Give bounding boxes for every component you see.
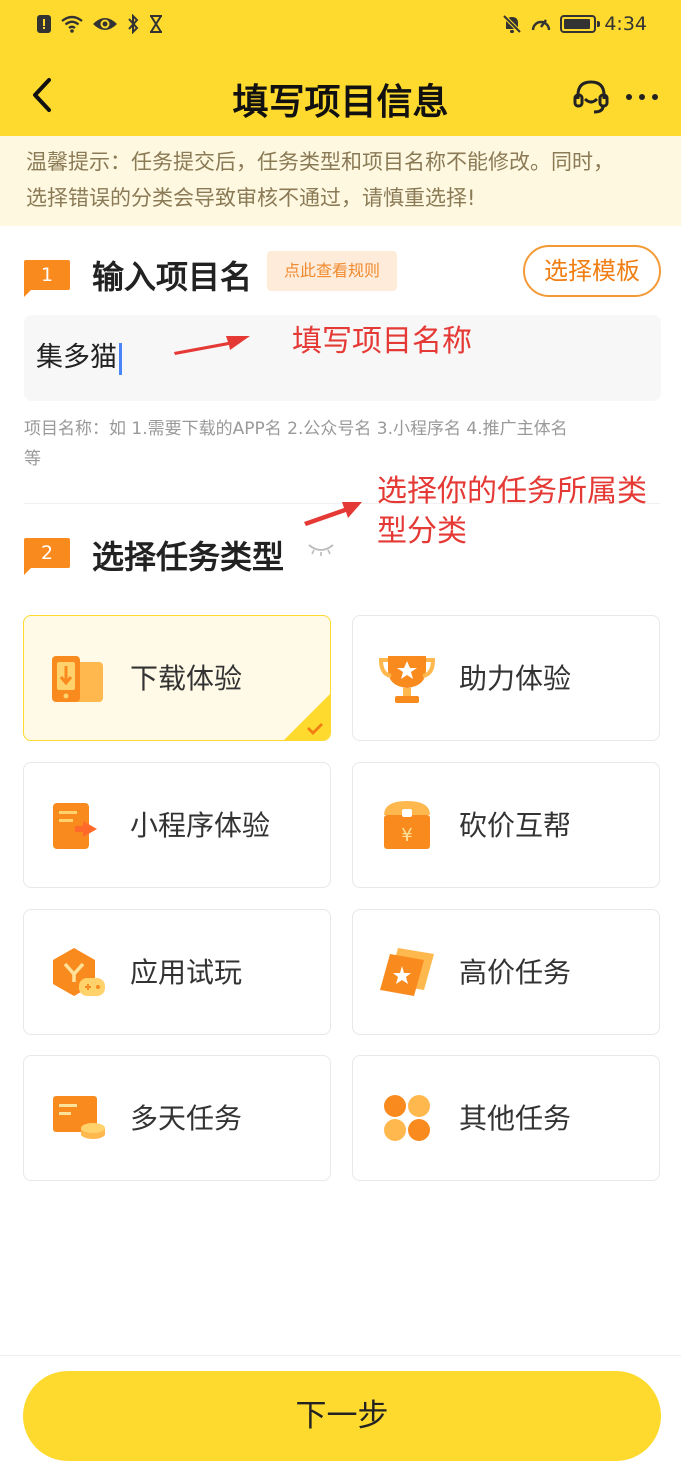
- more-options-button[interactable]: [622, 77, 662, 117]
- status-left-icons: [36, 12, 164, 36]
- task-type-card-other[interactable]: 其他任务: [352, 1055, 660, 1181]
- status-bar: 4:34: [0, 0, 681, 48]
- check-icon: [284, 694, 330, 740]
- section-title-project-name: 输入项目名: [92, 258, 253, 296]
- annotation-type-note: 选择你的任务所属类 型分类: [377, 472, 647, 552]
- notification-icon: [37, 15, 51, 33]
- annotation-arrow-icon: [304, 502, 362, 526]
- status-time: 4:34: [604, 13, 647, 35]
- task-type-label: 小程序体验: [130, 809, 271, 842]
- task-type-label: 助力体验: [459, 662, 572, 695]
- task-type-label: 砍价互帮: [459, 809, 572, 842]
- headset-icon: [573, 80, 609, 114]
- bluetooth-icon: [128, 14, 139, 34]
- price-bag-icon: ¥: [384, 801, 430, 849]
- next-step-button[interactable]: 下一步: [23, 1371, 661, 1461]
- view-rules-link[interactable]: 点此查看规则: [267, 251, 397, 291]
- mute-bell-icon: [502, 14, 522, 34]
- dot-icon: [652, 94, 658, 100]
- hint-line: 项目名称：如 1.需要下载的APP名 2.公众号名 3.小程序名 4.推广主体名: [24, 419, 568, 439]
- download-phone-icon: [52, 656, 103, 702]
- calendar-task-icon: [53, 1096, 105, 1139]
- tip-line: 温馨提示：任务提交后，任务类型和项目名称不能修改。同时，: [26, 150, 614, 174]
- task-type-card-app-trial[interactable]: 应用试玩: [23, 909, 331, 1035]
- game-app-icon: [53, 948, 105, 996]
- task-type-label: 应用试玩: [130, 956, 243, 989]
- task-type-card-bargain[interactable]: ¥ 砍价互帮: [352, 762, 660, 888]
- customer-service-button[interactable]: [570, 77, 612, 117]
- select-template-button[interactable]: 选择模板: [523, 245, 661, 297]
- project-name-hint: 项目名称：如 1.需要下载的APP名 2.公众号名 3.小程序名 4.推广主体名…: [24, 414, 660, 474]
- nav-bar: 填写项目信息: [0, 55, 681, 135]
- footer-divider: [0, 1355, 681, 1356]
- section-number-badge: 1: [24, 260, 70, 297]
- annotation-name-note: 填写项目名称: [292, 324, 472, 359]
- status-right-icons: 4:34: [502, 12, 647, 36]
- task-type-card-multi-day[interactable]: 多天任务: [23, 1055, 331, 1181]
- hint-line: 等: [24, 449, 41, 469]
- battery-icon: [560, 15, 601, 33]
- eye-icon: [93, 18, 117, 30]
- annotation-line: 选择你的任务所属类: [377, 474, 647, 509]
- top-bar: 4:34 填写项目信息: [0, 0, 681, 136]
- high-price-tag-icon: [380, 948, 434, 996]
- task-type-label: 下载体验: [130, 662, 243, 695]
- annotation-arrow-icon: [174, 336, 250, 355]
- task-type-card-high-price[interactable]: 高价任务: [352, 909, 660, 1035]
- warm-tip: 温馨提示：任务提交后，任务类型和项目名称不能修改。同时， 选择错误的分类会导致审…: [0, 136, 681, 226]
- section-number-badge: 2: [24, 538, 70, 575]
- mini-program-icon: [53, 803, 97, 849]
- text-cursor: [119, 342, 122, 375]
- annotation-line: 型分类: [377, 514, 467, 549]
- hourglass-icon: [150, 15, 162, 33]
- task-type-card-mini-program[interactable]: 小程序体验: [23, 762, 331, 888]
- task-type-label: 高价任务: [459, 956, 572, 989]
- trophy-icon: [378, 656, 436, 703]
- svg-text:¥: ¥: [401, 825, 412, 846]
- dot-icon: [626, 94, 632, 100]
- closed-eye-icon: [308, 544, 334, 556]
- tip-line: 选择错误的分类会导致审核不通过，请慎重选择!: [26, 186, 476, 210]
- input-value: 集多猫: [36, 342, 117, 373]
- clover-icon: [384, 1095, 430, 1141]
- dot-icon: [639, 94, 645, 100]
- section-title-task-type: 选择任务类型: [92, 538, 285, 576]
- task-type-card-download[interactable]: 下载体验: [23, 615, 331, 741]
- task-type-label: 多天任务: [130, 1102, 243, 1135]
- task-type-card-assist[interactable]: 助力体验: [352, 615, 660, 741]
- speed-gauge-icon: [532, 19, 551, 31]
- wifi-icon: [61, 15, 83, 33]
- task-type-label: 其他任务: [459, 1102, 572, 1135]
